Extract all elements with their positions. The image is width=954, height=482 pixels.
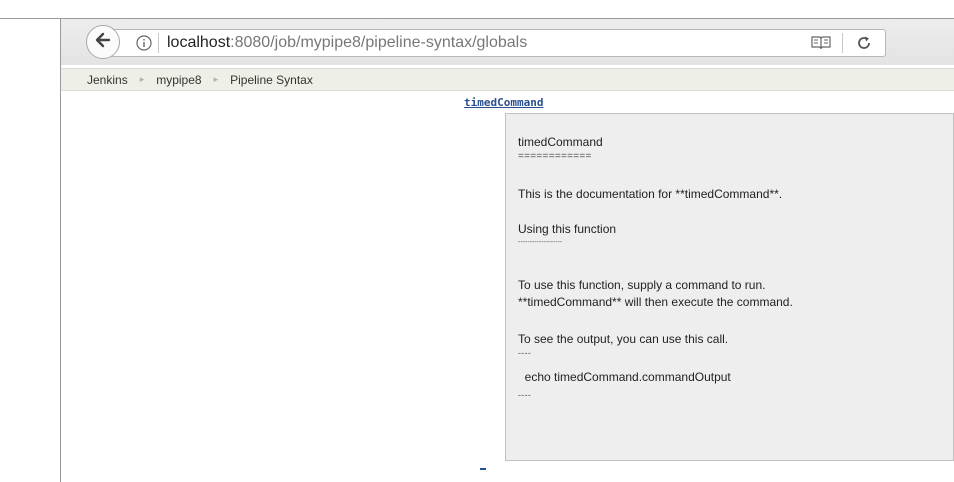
breadcrumb: Jenkins ▸ mypipe8 ▸ Pipeline Syntax [61, 68, 954, 91]
url-path: :8080/job/mypipe8/pipeline-syntax/global… [230, 34, 528, 51]
breadcrumb-jenkins[interactable]: Jenkins [87, 73, 128, 87]
scroll-marker [480, 468, 486, 470]
doc-code-fence-open: ---- [518, 348, 532, 358]
url-host: localhost [167, 34, 231, 51]
doc-code-fence-close: ---- [518, 390, 532, 400]
doc-output-line: To see the output, you can use this call… [518, 332, 729, 346]
breadcrumb-pipeline-syntax[interactable]: Pipeline Syntax [230, 73, 313, 87]
site-info-icon[interactable] [135, 34, 152, 51]
reload-icon[interactable] [854, 33, 874, 53]
doc-heading: timedCommand [518, 135, 603, 149]
url-separator-right [842, 33, 843, 53]
doc-code-line: echo timedCommand.commandOutput [518, 370, 731, 384]
doc-subheading-underline: ------------------- [518, 239, 563, 246]
url-separator [158, 33, 159, 53]
documentation-panel: timedCommand ============ This is the do… [505, 113, 954, 461]
step-link-timedcommand[interactable]: timedCommand [464, 96, 543, 109]
back-arrow-icon [94, 31, 112, 54]
doc-usage-line-2: **timedCommand** will then execute the c… [518, 295, 793, 309]
doc-subheading: Using this function [518, 222, 617, 236]
breadcrumb-job[interactable]: mypipe8 [156, 73, 201, 87]
doc-usage-line-1: To use this function, supply a command t… [518, 278, 766, 292]
reader-view-icon[interactable] [810, 33, 832, 53]
breadcrumb-arrow-icon: ▸ [213, 74, 219, 84]
doc-heading-underline: ============ [518, 151, 592, 162]
url-text[interactable]: localhost:8080/job/mypipe8/pipeline-synt… [167, 33, 527, 53]
doc-intro: This is the documentation for **timedCom… [518, 187, 783, 201]
back-button[interactable] [86, 25, 120, 59]
breadcrumb-arrow-icon: ▸ [139, 74, 145, 84]
